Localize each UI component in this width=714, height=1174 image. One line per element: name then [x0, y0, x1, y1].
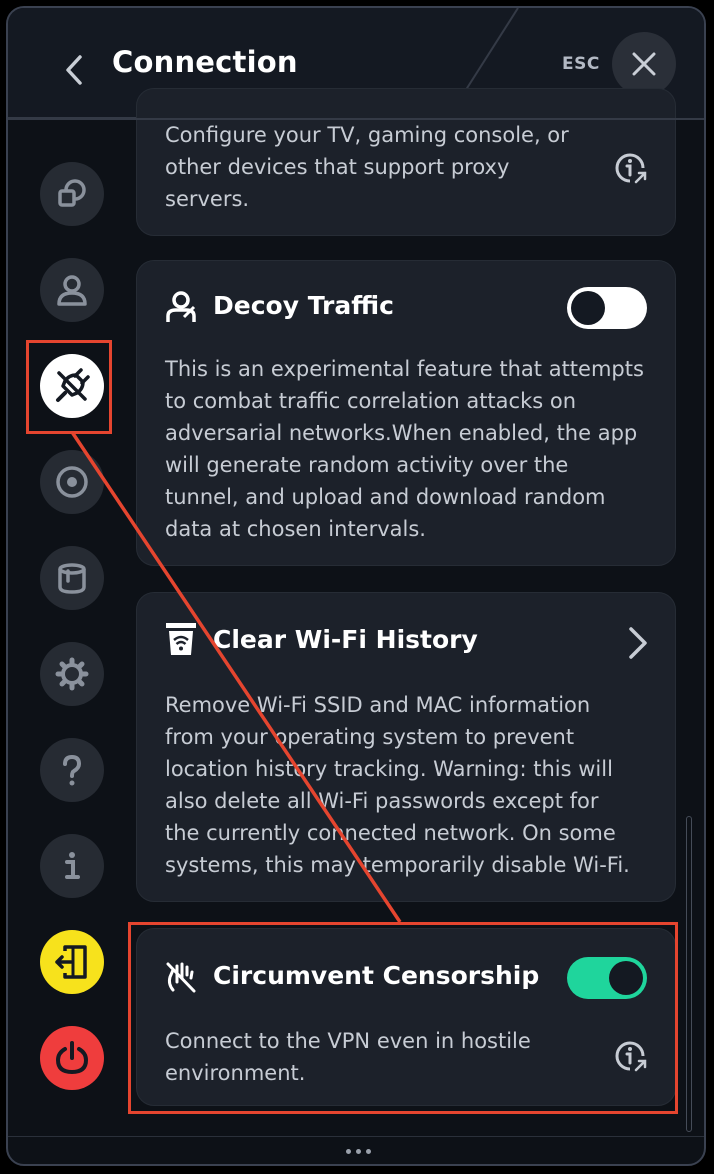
proxy-card: Configure your TV, gaming console, or ot…: [136, 88, 676, 236]
page-title: Connection: [112, 45, 298, 79]
scrollbar[interactable]: [686, 816, 692, 1132]
exit-icon: [55, 945, 87, 979]
user-decoy-icon: [166, 291, 196, 322]
proxy-description: Configure your TV, gaming console, or ot…: [165, 123, 569, 211]
sidebar-item-storage[interactable]: [40, 546, 104, 610]
sidebar-item-quit[interactable]: [40, 1026, 104, 1090]
clear-wifi-description: Remove Wi-Fi SSID and MAC information fr…: [165, 693, 630, 877]
sidebar-item-devices[interactable]: [40, 162, 104, 226]
more-button[interactable]: [338, 1140, 378, 1162]
devices-icon: [58, 179, 86, 207]
decoy-toggle[interactable]: [567, 287, 647, 329]
wifi-icon-wrap: [163, 621, 199, 657]
user-icon: [57, 275, 87, 306]
dot: [365, 1148, 371, 1154]
annotation-box-sidebar: [26, 340, 112, 434]
decoy-icon-wrap: [163, 289, 199, 325]
chevron-right-icon: [629, 627, 647, 659]
sidebar-item-account[interactable]: [40, 258, 104, 322]
decoy-traffic-card: Decoy Traffic This is an experimental fe…: [136, 260, 676, 566]
proxy-info-button[interactable]: [613, 151, 649, 187]
bucket-icon: [58, 563, 86, 594]
info-icon: [65, 852, 80, 879]
sidebar-item-about[interactable]: [40, 834, 104, 898]
sidebar-item-help[interactable]: [40, 738, 104, 802]
decoy-description: This is an experimental feature that att…: [165, 357, 644, 541]
esc-label: ESC: [562, 54, 600, 74]
dot: [345, 1148, 351, 1154]
power-icon: [55, 1041, 89, 1075]
info-link-icon: [615, 153, 647, 184]
annotation-box-card: [128, 922, 678, 1114]
footer-divider: [8, 1136, 704, 1137]
close-button[interactable]: [612, 32, 676, 96]
circle-icon: [56, 466, 88, 498]
decoy-title: Decoy Traffic: [213, 291, 394, 320]
back-button[interactable]: [52, 44, 96, 96]
clear-wifi-chevron[interactable]: [621, 623, 653, 663]
dot: [355, 1148, 361, 1154]
sidebar-item-settings[interactable]: [40, 642, 104, 706]
sidebar-item-circle[interactable]: [40, 450, 104, 514]
header-border: [8, 118, 704, 120]
clear-wifi-card[interactable]: Clear Wi-Fi History Remove Wi-Fi SSID an…: [136, 592, 676, 902]
gear-icon: [55, 657, 89, 691]
close-icon: [632, 52, 656, 76]
sidebar-item-logout[interactable]: [40, 930, 104, 994]
clear-wifi-title: Clear Wi-Fi History: [213, 625, 478, 654]
chevron-left-icon: [66, 55, 82, 85]
toggle-knob: [571, 291, 605, 325]
wifi-trash-icon: [166, 623, 196, 655]
question-icon: [63, 754, 82, 786]
